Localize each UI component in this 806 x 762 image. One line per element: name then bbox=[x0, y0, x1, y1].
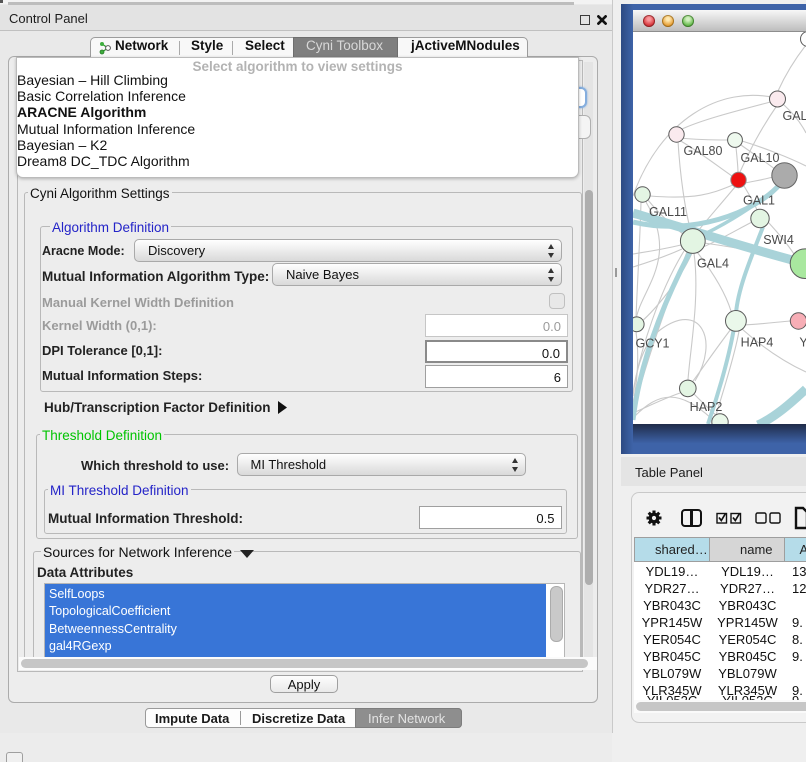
svg-text:GAL10: GAL10 bbox=[741, 151, 780, 165]
svg-text:GAL11: GAL11 bbox=[649, 205, 687, 219]
svg-text:GAL: GAL bbox=[782, 109, 806, 123]
svg-text:Y: Y bbox=[799, 336, 806, 350]
svg-text:GAL1: GAL1 bbox=[743, 194, 775, 208]
svg-text:GAL80: GAL80 bbox=[684, 144, 723, 158]
svg-text:HAP2: HAP2 bbox=[690, 400, 723, 414]
svg-text:HAP4: HAP4 bbox=[741, 336, 774, 350]
svg-text:GCY1: GCY1 bbox=[635, 337, 669, 351]
svg-text:GAL4: GAL4 bbox=[697, 257, 729, 271]
svg-text:SWI4: SWI4 bbox=[763, 233, 794, 247]
